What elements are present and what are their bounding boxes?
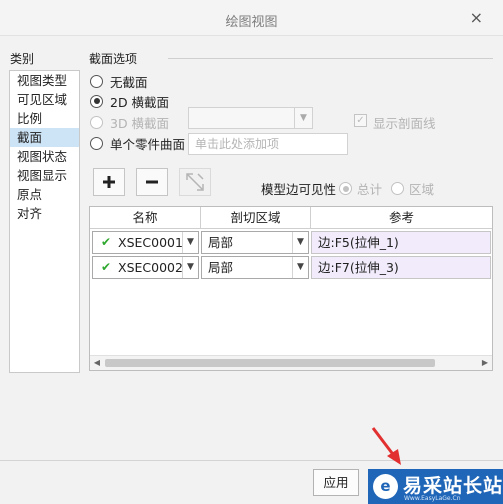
- table-row[interactable]: ✔ XSEC0001 ▼ 局部 ▼ 边:F5(拉伸_1): [90, 229, 492, 254]
- category-item-view-states[interactable]: 视图状态: [10, 147, 79, 166]
- column-header-name[interactable]: 名称: [90, 207, 201, 229]
- column-header-reference[interactable]: 参考: [311, 207, 492, 229]
- category-item-view-display[interactable]: 视图显示: [10, 166, 79, 185]
- reference-cell[interactable]: 边:F5(拉伸_1): [311, 231, 491, 254]
- table-header: 名称 剖切区域 参考: [90, 207, 492, 229]
- add-section-button[interactable]: [93, 168, 125, 196]
- section-name-dropdown[interactable]: ✔ XSEC0002 ▼: [92, 256, 199, 279]
- chevron-down-icon[interactable]: ▼: [292, 257, 308, 278]
- radio-button[interactable]: [90, 94, 103, 108]
- category-item-visible-area[interactable]: 可见区域: [10, 90, 79, 109]
- chevron-down-icon[interactable]: ▼: [182, 232, 198, 253]
- plus-icon: [103, 176, 115, 188]
- drawing-view-dialog: 绘图视图 × 类别 视图类型 可见区域 比例 截面 视图状态 视图显示 原点 对…: [0, 0, 503, 504]
- categories-label: 类别: [10, 52, 35, 66]
- radio-single-part-surface[interactable]: 单个零件曲面: [90, 134, 185, 152]
- chevron-down-icon[interactable]: ▼: [292, 232, 308, 253]
- reference-cell[interactable]: 边:F7(拉伸_3): [311, 256, 491, 279]
- section-name: XSEC0001: [118, 235, 183, 250]
- category-item-sections[interactable]: 截面: [10, 128, 79, 147]
- flip-arrows-icon: [186, 173, 204, 191]
- title-bar: 绘图视图 ×: [0, 0, 503, 36]
- flip-section-button: [179, 168, 211, 196]
- radio-label: 3D 横截面: [110, 115, 170, 131]
- dialog-title: 绘图视图: [225, 15, 278, 30]
- chevron-down-icon[interactable]: ▼: [182, 257, 198, 278]
- scroll-left-icon[interactable]: ◀: [90, 356, 104, 370]
- radio-label: 无截面: [110, 74, 148, 90]
- scrollbar-thumb[interactable]: [105, 359, 435, 367]
- radio-label: 区域: [409, 182, 435, 197]
- radio-2d-section[interactable]: 2D 横截面: [90, 92, 169, 110]
- add-item-field[interactable]: 单击此处添加项: [188, 133, 348, 155]
- radio-button: [339, 182, 352, 195]
- category-list: 视图类型 可见区域 比例 截面 视图状态 视图显示 原点 对齐: [9, 70, 80, 373]
- radio-label: 2D 横截面: [110, 94, 170, 110]
- section-options-title: 截面选项: [89, 52, 138, 66]
- remove-section-button[interactable]: [136, 168, 168, 196]
- close-icon[interactable]: ×: [470, 8, 483, 27]
- radio-button[interactable]: [90, 136, 103, 150]
- chevron-down-icon: ▼: [294, 108, 312, 128]
- region-value: 局部: [208, 260, 234, 275]
- apply-button[interactable]: 应用: [313, 469, 359, 496]
- radio-button[interactable]: [90, 74, 103, 88]
- radio-no-section[interactable]: 无截面: [90, 72, 148, 90]
- 3d-section-dropdown: ▼: [188, 107, 313, 129]
- footer-divider: [0, 460, 503, 461]
- category-item-view-type[interactable]: 视图类型: [10, 71, 79, 90]
- section-name-dropdown[interactable]: ✔ XSEC0001 ▼: [92, 231, 199, 254]
- category-item-alignment[interactable]: 对齐: [10, 204, 79, 223]
- region-value: 局部: [208, 235, 234, 250]
- minus-icon: [146, 180, 158, 184]
- radio-label: 总计: [357, 182, 383, 197]
- show-hatch-checkbox: ✓: [354, 114, 367, 127]
- region-dropdown[interactable]: 局部 ▼: [201, 256, 309, 279]
- watermark-banner: e 易采站长站 Www.EasyLaGe.Cn: [368, 469, 503, 504]
- radio-label: 单个零件曲面: [110, 136, 186, 152]
- radio-button: [90, 115, 103, 129]
- radio-total: 总计: [339, 179, 382, 198]
- model-edge-visibility-label: 模型边可见性: [261, 182, 337, 197]
- horizontal-scrollbar[interactable]: ◀ ▶: [90, 355, 492, 370]
- check-icon: ✔: [101, 235, 112, 249]
- table-row[interactable]: ✔ XSEC0002 ▼ 局部 ▼ 边:F7(拉伸_3): [90, 254, 492, 279]
- watermark-logo-icon: e: [373, 474, 398, 499]
- category-item-origin[interactable]: 原点: [10, 185, 79, 204]
- show-hatch-label: 显示剖面线: [373, 116, 436, 131]
- column-header-region[interactable]: 剖切区域: [201, 207, 311, 229]
- radio-3d-section: 3D 横截面: [90, 113, 169, 131]
- red-pointer-arrow-icon: [371, 427, 401, 465]
- sections-table: 名称 剖切区域 参考 ✔ XSEC0001 ▼ 局部 ▼ 边:F5(拉伸_1) …: [89, 206, 493, 371]
- section-name: XSEC0002: [118, 260, 183, 275]
- radio-button: [391, 182, 404, 195]
- watermark-text: 易采站长站: [403, 475, 503, 497]
- category-item-scale[interactable]: 比例: [10, 109, 79, 128]
- radio-area: 区域: [391, 179, 434, 198]
- scroll-right-icon[interactable]: ▶: [478, 356, 492, 370]
- watermark-url: Www.EasyLaGe.Cn: [404, 495, 461, 502]
- region-dropdown[interactable]: 局部 ▼: [201, 231, 309, 254]
- check-icon: ✔: [101, 260, 112, 274]
- section-divider: [168, 58, 493, 59]
